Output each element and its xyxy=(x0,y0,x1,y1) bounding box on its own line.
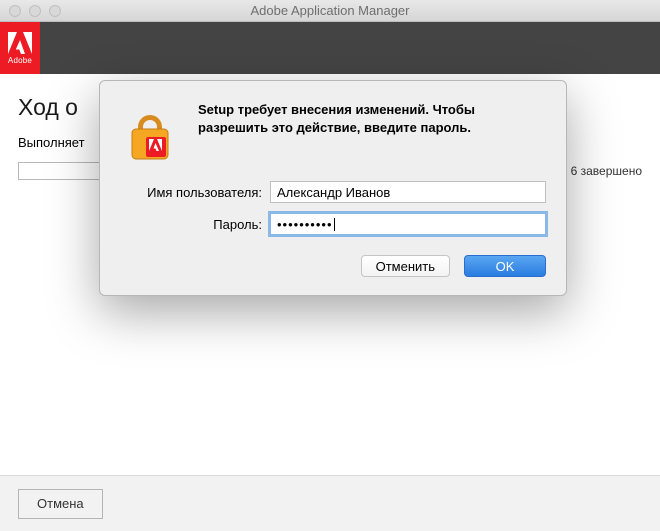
username-label: Имя пользователя: xyxy=(120,185,270,200)
window-title: Adobe Application Manager xyxy=(250,3,409,18)
lock-icon xyxy=(120,101,180,161)
username-field[interactable] xyxy=(270,181,546,203)
dialog-cancel-button[interactable]: Отменить xyxy=(361,255,450,277)
minimize-window-icon[interactable] xyxy=(29,5,41,17)
header-band: Adobe xyxy=(0,22,660,74)
password-label: Пароль: xyxy=(120,217,270,232)
password-value: •••••••••• xyxy=(277,217,333,232)
window-titlebar: Adobe Application Manager xyxy=(0,0,660,22)
password-field[interactable]: •••••••••• xyxy=(270,213,546,235)
adobe-logo-text: Adobe xyxy=(8,56,32,65)
close-window-icon[interactable] xyxy=(9,5,21,17)
progress-status: 6 завершено xyxy=(571,164,642,178)
cancel-button[interactable]: Отмена xyxy=(18,489,103,519)
zoom-window-icon[interactable] xyxy=(49,5,61,17)
text-caret xyxy=(334,218,335,231)
auth-form: Имя пользователя: Пароль: •••••••••• xyxy=(120,181,546,235)
auth-dialog: Setup требует внесения изменений. Чтобы … xyxy=(99,80,567,296)
bottom-bar: Отмена xyxy=(0,475,660,531)
traffic-lights xyxy=(9,5,61,17)
dialog-ok-button[interactable]: OK xyxy=(464,255,546,277)
adobe-logo: Adobe xyxy=(0,22,40,74)
auth-message: Setup требует внесения изменений. Чтобы … xyxy=(198,101,546,161)
adobe-a-icon xyxy=(8,32,32,54)
